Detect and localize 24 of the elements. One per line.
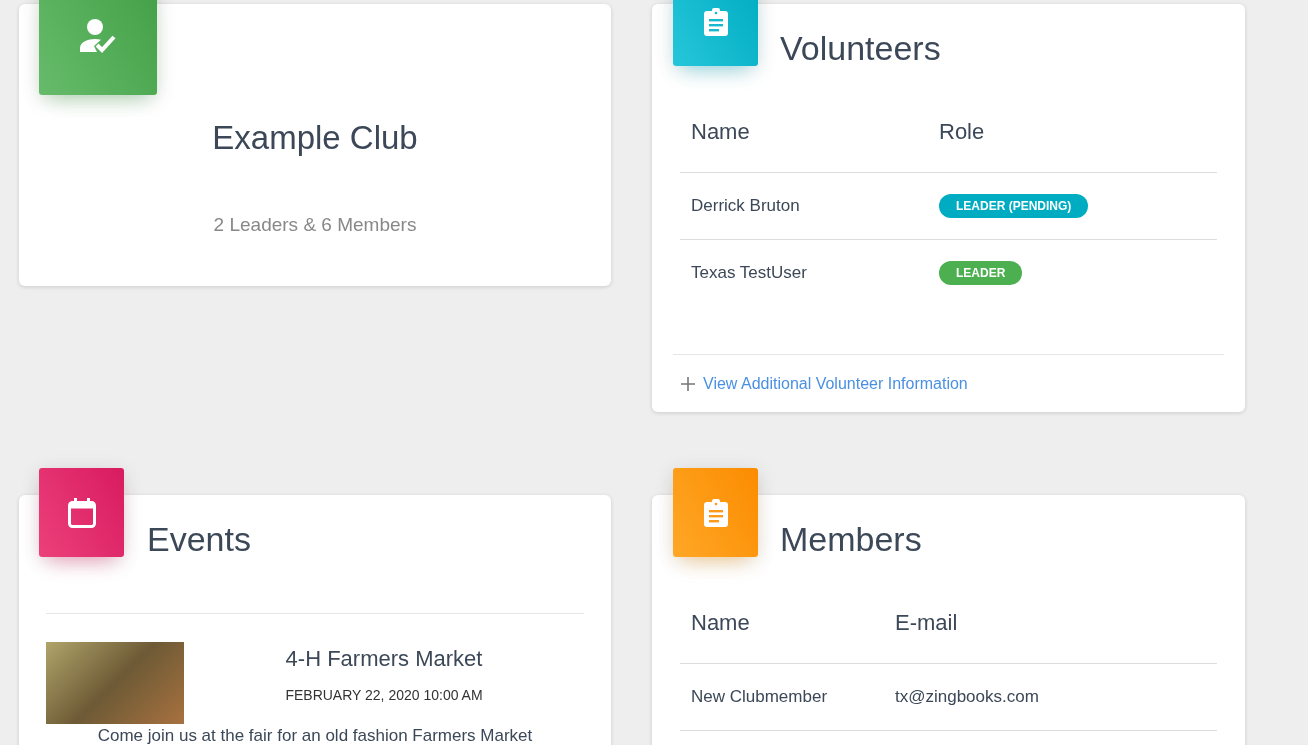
table-cell-text: Texas TestUser [691, 263, 808, 283]
table-cell-text: New Clubmember [691, 687, 829, 707]
user-check-icon [78, 18, 118, 54]
calendar-icon [66, 496, 97, 529]
column-header: Name [691, 119, 751, 145]
table-cell-text: tx@zingbooks.com [895, 687, 1040, 707]
table-cell-text: Derrick Bruton [691, 196, 801, 216]
card-title: Volunteers [780, 28, 941, 68]
column-header: Role [939, 119, 986, 145]
event-description: Come join us at the fair for an old fashion Farmers Market [96, 726, 534, 745]
column-header: E-mail [895, 610, 959, 636]
plus-icon [681, 376, 695, 391]
clipboard-icon [701, 6, 730, 37]
club-summary: 2 Leaders & 6 Members [213, 213, 417, 237]
role-badge: LEADER (PENDING) [939, 194, 1089, 218]
club-name: Example Club [212, 118, 418, 158]
event-title: 4-H Farmers Market [285, 646, 483, 672]
card-title: Events [147, 519, 251, 559]
volunteer-info-link[interactable]: View Additional Volunteer Information [703, 374, 968, 393]
card-title: Members [780, 519, 922, 559]
role-badge: LEADER [939, 261, 1023, 285]
column-header: Name [691, 610, 751, 636]
event-date: FEBRUARY 22, 2020 10:00 AM [285, 687, 483, 703]
clipboard-icon [701, 497, 730, 528]
